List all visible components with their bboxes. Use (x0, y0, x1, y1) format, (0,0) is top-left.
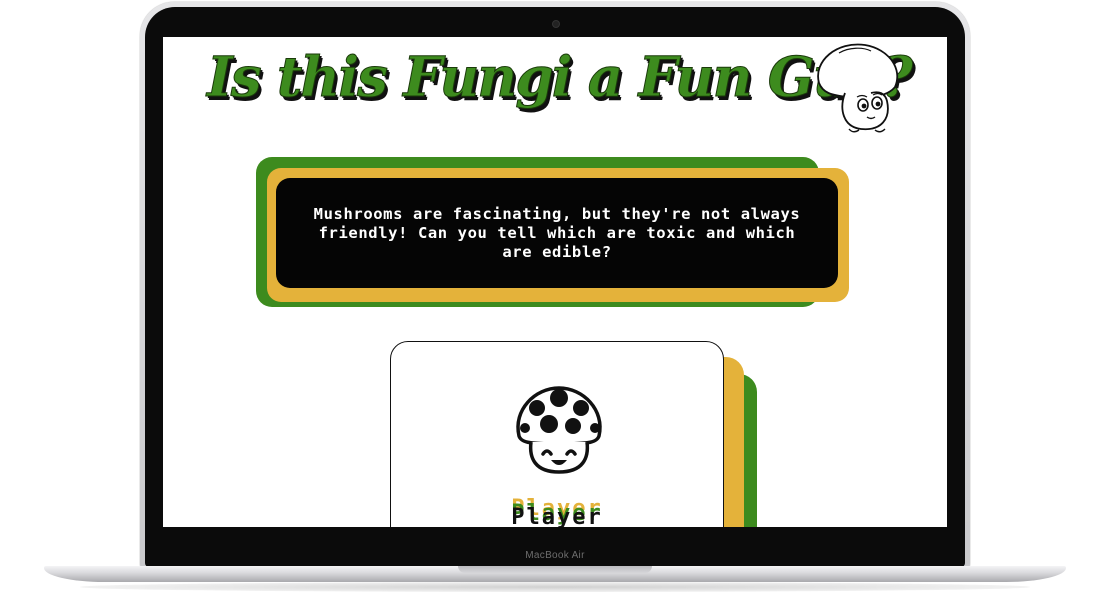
player-label: Player (511, 505, 603, 527)
web-page: Is this Fungi a Fun Guy? Mushrooms are f… (163, 37, 947, 527)
player-heading: Player Player Player (391, 496, 723, 527)
player-card[interactable]: Player Player Player (390, 341, 724, 527)
cute-mushroom-character-icon (817, 43, 899, 133)
spotted-mushroom-icon (516, 386, 602, 474)
page-title: Is this Fungi a Fun Guy? (207, 44, 914, 110)
webcam-icon (552, 20, 560, 28)
laptop-opening-notch (458, 566, 652, 573)
laptop-mockup: Is this Fungi a Fun Guy? Mushrooms are f… (0, 0, 1110, 598)
intro-box: Mushrooms are fascinating, but they're n… (276, 178, 838, 288)
laptop-shadow (80, 582, 1030, 592)
intro-text: Mushrooms are fascinating, but they're n… (313, 204, 801, 261)
laptop-brand-label: MacBook Air (525, 550, 585, 561)
